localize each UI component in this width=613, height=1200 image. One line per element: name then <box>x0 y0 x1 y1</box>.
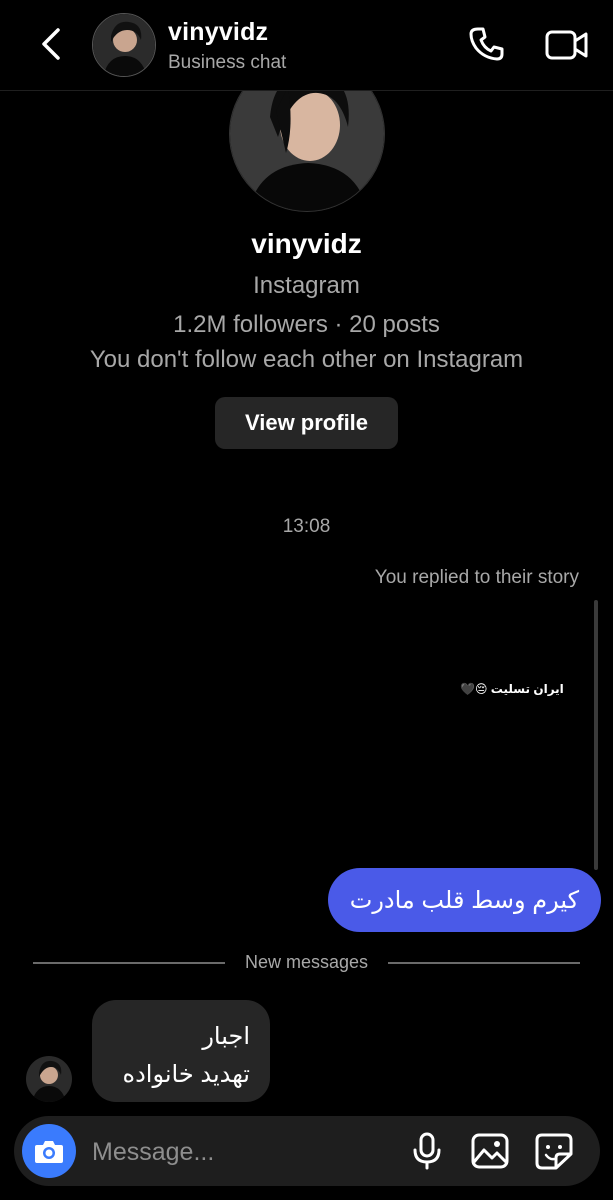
sent-message-text: کیرم وسط قلب مادرت <box>349 886 579 914</box>
gallery-button[interactable] <box>470 1132 510 1170</box>
received-message-line: اجبار <box>202 1023 250 1050</box>
video-call-button[interactable] <box>544 26 590 64</box>
camera-button[interactable] <box>22 1124 76 1178</box>
story-caption[interactable]: ایران تسلیت 😔🖤 <box>460 682 564 696</box>
received-message-line: تهدید خانواده <box>122 1061 250 1088</box>
phone-icon <box>469 27 504 61</box>
view-profile-button[interactable]: View profile <box>215 397 398 449</box>
message-composer <box>14 1116 600 1186</box>
header-username[interactable]: vinyvidz <box>168 18 268 47</box>
video-camera-icon <box>545 30 588 60</box>
header-avatar[interactable] <box>92 13 156 77</box>
follow-status: You don't follow each other on Instagram <box>89 346 524 373</box>
profile-stats: 1.2M followers · 20 posts <box>173 311 440 338</box>
back-button[interactable] <box>36 22 68 66</box>
message-input[interactable] <box>90 1128 394 1176</box>
profile-platform: Instagram <box>253 272 360 299</box>
divider-line-right <box>388 962 580 964</box>
header-subtitle: Business chat <box>168 52 287 73</box>
sent-message-bubble[interactable]: کیرم وسط قلب مادرت <box>327 868 601 932</box>
sticker-button[interactable] <box>534 1132 574 1170</box>
call-button[interactable] <box>466 24 506 64</box>
microphone-icon <box>413 1132 441 1170</box>
image-icon <box>471 1133 509 1169</box>
chat-header: vinyvidz Business chat <box>0 0 613 91</box>
sender-avatar[interactable] <box>26 1056 72 1102</box>
message-timestamp: 13:08 <box>282 516 331 537</box>
camera-icon <box>35 1141 63 1163</box>
chevron-left-icon <box>42 28 60 60</box>
sticker-icon <box>535 1133 573 1170</box>
scrollbar[interactable] <box>594 600 598 870</box>
profile-name: vinyvidz <box>251 228 362 259</box>
microphone-button[interactable] <box>410 1132 444 1170</box>
received-message-bubble[interactable]: اجبار تهدید خانواده <box>92 1000 270 1102</box>
story-reply-label: You replied to their story <box>374 567 579 588</box>
